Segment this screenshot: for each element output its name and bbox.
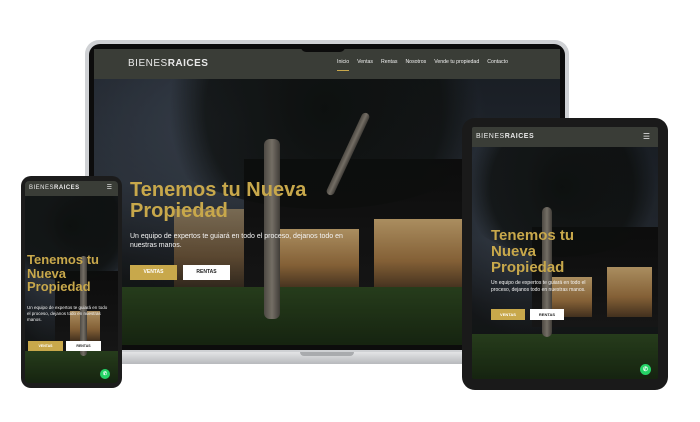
ventas-button[interactable]: VENTAS [130, 265, 177, 280]
phone-logo-light-text: BIENES [29, 185, 55, 191]
phone-whatsapp-icon[interactable]: ✆ [100, 369, 110, 379]
phone-screen: BIENESRAICES ☰ Tenemos tu Nueva Propieda… [25, 181, 118, 383]
tablet-header: BIENESRAICES ☰ [472, 127, 658, 147]
site-header: BIENESRAICES Inicio Ventas Rentas Nosotr… [94, 49, 560, 79]
nav-link-vende-tu-propiedad[interactable]: Vende tu propiedad [434, 59, 479, 71]
tablet-hero-title: Tenemos tu Nueva Propiedad [491, 227, 575, 276]
phone-ventas-button[interactable]: VENTAS [28, 341, 63, 351]
nav-link-ventas[interactable]: Ventas [357, 59, 373, 71]
tablet-rentas-button[interactable]: RENTAS [530, 309, 564, 320]
phone-hamburger-menu-icon[interactable]: ☰ [107, 184, 112, 191]
phone-hero-subtitle: Un equipo de expertos te guiará en todo … [27, 305, 108, 323]
logo-bold-text: RAICES [167, 58, 209, 69]
whatsapp-icon[interactable]: ✆ [640, 364, 651, 375]
hero-title: Tenemos tu Nueva Propiedad [130, 179, 307, 222]
laptop-base-notch [300, 352, 354, 356]
site-logo[interactable]: BIENESRAICES [128, 58, 208, 69]
phone-header: BIENESRAICES ☰ [25, 181, 118, 196]
tablet-ventas-button[interactable]: VENTAS [491, 309, 525, 320]
hero-subtitle: Un equipo de expertos te guiará en todo … [130, 233, 343, 250]
tablet-logo-light-text: BIENES [476, 133, 505, 140]
tablet-logo[interactable]: BIENESRAICES [476, 133, 534, 140]
laptop-camera-notch [301, 44, 345, 52]
phone-logo[interactable]: BIENESRAICES [29, 185, 80, 191]
phone-hero-title: Tenemos tu Nueva Propiedad [27, 252, 99, 295]
nav-link-inicio[interactable]: Inicio [337, 59, 350, 71]
phone-logo-bold-text: RAICES [54, 185, 80, 191]
rentas-button[interactable]: RENTAS [183, 265, 230, 280]
nav-link-nosotros[interactable]: Nosotros [405, 59, 426, 71]
phone-rentas-button[interactable]: RENTAS [66, 341, 101, 351]
nav-link-rentas[interactable]: Rentas [381, 59, 397, 71]
hamburger-menu-icon[interactable]: ☰ [643, 132, 650, 141]
nav-link-contacto[interactable]: Contacto [487, 59, 508, 71]
tablet-screen: BIENESRAICES ☰ Tenemos tu Nueva Propieda… [472, 127, 658, 379]
tablet-logo-bold-text: RAICES [504, 133, 535, 140]
logo-light-text: BIENES [128, 58, 168, 69]
tablet-hero-subtitle: Un equipo de expertos te guiará en todo … [491, 280, 586, 293]
main-nav: Inicio Ventas Rentas Nosotros Vende tu p… [337, 59, 508, 71]
